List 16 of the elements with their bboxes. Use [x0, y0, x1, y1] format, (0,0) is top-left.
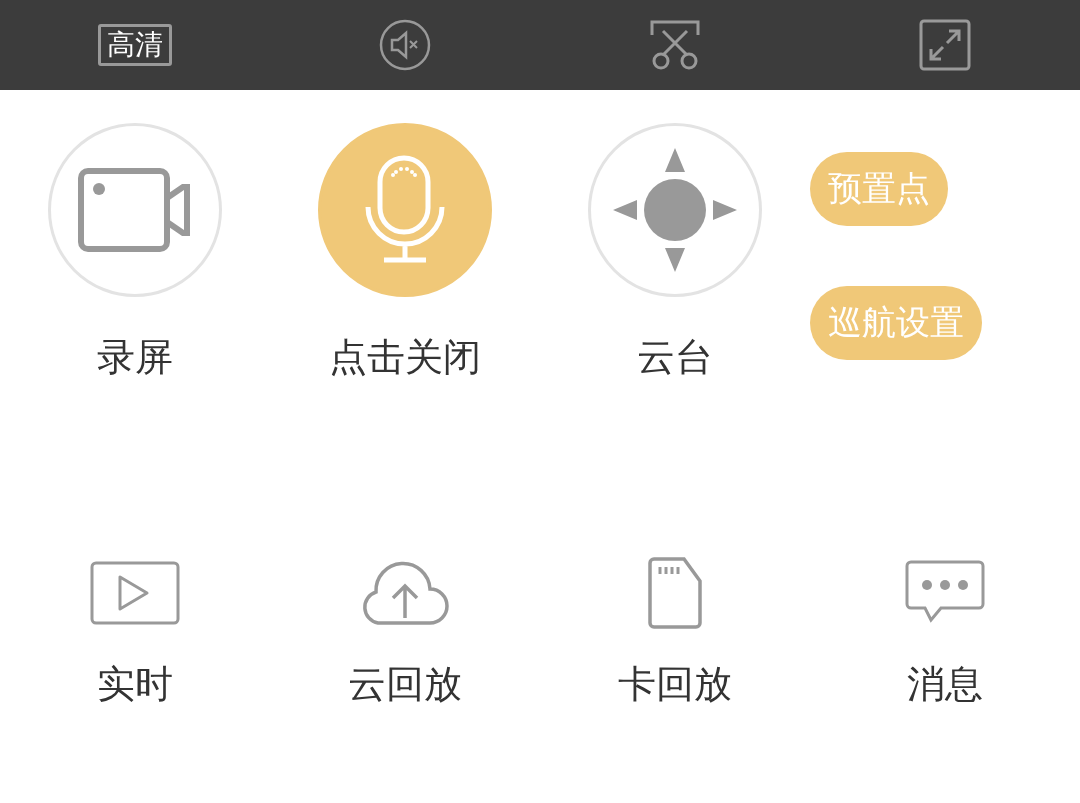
shortcut-label[interactable]: 消息 — [907, 660, 983, 708]
video-camera-icon — [78, 168, 192, 252]
control-label: 云台 — [637, 334, 713, 381]
shortcut-label[interactable]: 云回放 — [348, 660, 462, 708]
fullscreen-icon[interactable] — [919, 19, 971, 71]
scissors-icon[interactable] — [649, 19, 701, 71]
sd-card-icon[interactable] — [648, 557, 702, 629]
play-icon[interactable] — [90, 561, 180, 625]
control-label: 录屏 — [97, 334, 173, 381]
cloud-upload-icon[interactable] — [360, 560, 450, 626]
microphone-icon — [365, 155, 445, 265]
shortcut-label[interactable]: 实时 — [97, 660, 173, 708]
shortcut-label[interactable]: 卡回放 — [618, 660, 732, 708]
mute-icon[interactable] — [378, 18, 432, 72]
quality-button[interactable]: 高清 — [98, 24, 172, 66]
control-label: 点击关闭 — [329, 334, 481, 381]
